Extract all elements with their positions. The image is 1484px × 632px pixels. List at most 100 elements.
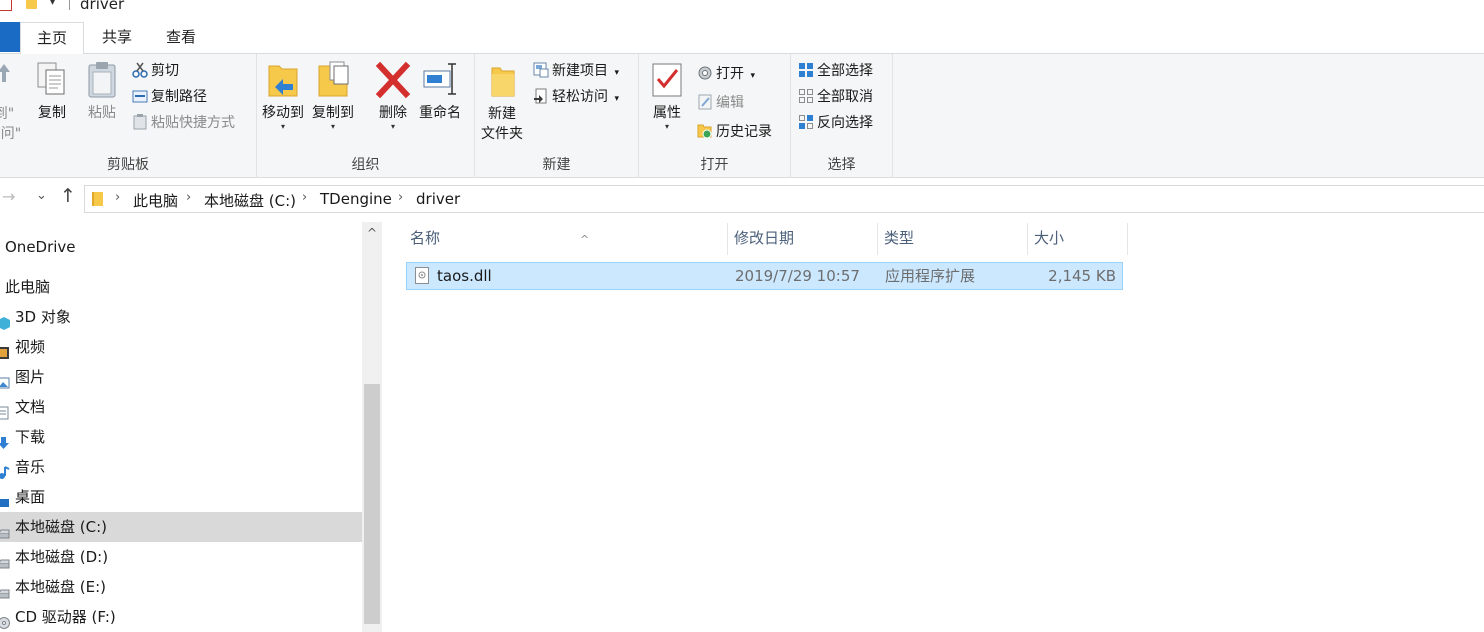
title-bar: ▾ driver bbox=[0, 0, 1484, 14]
select-none-button[interactable]: 全部取消 bbox=[798, 86, 873, 108]
scrollbar-thumb[interactable] bbox=[364, 384, 380, 624]
file-type: 应用程序扩展 bbox=[885, 267, 976, 285]
paste-button[interactable]: 粘贴 bbox=[84, 60, 120, 123]
nav-item-this-pc[interactable]: 此电脑 bbox=[0, 272, 362, 302]
drive-icon bbox=[0, 580, 10, 599]
copy-to-dropdown-icon: ▾ bbox=[330, 122, 335, 131]
documents-icon bbox=[0, 400, 10, 420]
open-button[interactable]: 打开 ▾ bbox=[697, 63, 755, 85]
nav-item-music[interactable]: 音乐 bbox=[0, 452, 362, 482]
select-group: 全部选择 全部取消 反向选择 选择 bbox=[791, 54, 893, 178]
rename-button[interactable]: 重命名 bbox=[419, 60, 461, 123]
copy-button[interactable]: 复制 bbox=[34, 60, 70, 123]
select-all-button[interactable]: 全部选择 bbox=[798, 60, 873, 82]
column-header-type[interactable]: 类型 bbox=[878, 223, 1028, 255]
pictures-icon bbox=[0, 370, 10, 389]
nav-item-onedrive[interactable]: OneDrive bbox=[0, 232, 362, 262]
move-to-dropdown-icon: ▾ bbox=[280, 122, 285, 131]
breadcrumb-tdengine[interactable]: TDengine bbox=[320, 190, 392, 208]
3d-objects-icon bbox=[0, 310, 10, 330]
column-header-type-label: 类型 bbox=[884, 229, 915, 247]
ribbon: 到" 访问" 复制 bbox=[0, 53, 1484, 178]
paste-shortcut-icon bbox=[132, 114, 148, 130]
easy-access-dropdown-icon: ▾ bbox=[614, 94, 619, 104]
nav-item-pictures[interactable]: 图片 bbox=[0, 362, 362, 392]
rename-label: 重命名 bbox=[419, 105, 461, 121]
scissors-icon bbox=[132, 62, 148, 78]
nav-item-3d-objects[interactable]: 3D 对象 bbox=[0, 302, 362, 332]
move-to-button[interactable]: 移动到 ▾ bbox=[262, 60, 304, 131]
history-button[interactable]: 历史记录 bbox=[697, 121, 772, 143]
breadcrumb-chevron-icon[interactable]: › bbox=[186, 190, 191, 205]
scroll-up-arrow-icon[interactable]: ^ bbox=[362, 222, 382, 244]
easy-access-icon bbox=[533, 88, 549, 104]
paste-shortcut-button[interactable]: 粘贴快捷方式 bbox=[132, 112, 235, 134]
column-header-size-label: 大小 bbox=[1034, 229, 1065, 247]
nav-item-desktop[interactable]: 桌面 bbox=[0, 482, 362, 512]
nav-item-downloads[interactable]: 下载 bbox=[0, 422, 362, 452]
copy-path-button[interactable]: 复制路径 bbox=[132, 86, 207, 108]
column-header-name[interactable]: 名称 ^ bbox=[404, 223, 728, 255]
pin-to-quick-access-button[interactable]: 到" 访问" bbox=[0, 60, 22, 144]
address-bar[interactable]: › 此电脑 › 本地磁盘 (C:) › TDengine › driver bbox=[84, 185, 1484, 213]
history-label: 历史记录 bbox=[716, 124, 772, 140]
cut-label: 剪切 bbox=[151, 63, 179, 79]
new-item-label: 新建项目 bbox=[552, 63, 608, 79]
column-header-size[interactable]: 大小 bbox=[1028, 223, 1128, 255]
desktop-icon bbox=[0, 490, 10, 507]
properties-label: 属性 bbox=[653, 105, 681, 121]
quick-access-properties-icon[interactable] bbox=[0, 0, 12, 11]
breadcrumb-chevron-icon[interactable]: › bbox=[115, 190, 120, 205]
nav-item-videos[interactable]: 视频 bbox=[0, 332, 362, 362]
navigation-pane-scrollbar[interactable]: ^ bbox=[362, 222, 382, 632]
invert-selection-icon bbox=[798, 114, 814, 130]
breadcrumb-drive-c[interactable]: 本地磁盘 (C:) bbox=[204, 190, 296, 211]
properties-button[interactable]: 属性 ▾ bbox=[649, 60, 685, 131]
paste-shortcut-label: 粘贴快捷方式 bbox=[151, 115, 235, 131]
breadcrumb-chevron-icon[interactable]: › bbox=[302, 190, 307, 205]
move-to-icon bbox=[265, 60, 301, 100]
edit-button[interactable]: 编辑 bbox=[697, 92, 744, 114]
pin-label-line1: 到" bbox=[0, 106, 15, 122]
tab-share[interactable]: 共享 bbox=[86, 22, 148, 54]
nav-item-documents[interactable]: 文档 bbox=[0, 392, 362, 422]
window-title: driver bbox=[80, 0, 125, 13]
new-folder-icon bbox=[484, 60, 520, 100]
tab-file[interactable] bbox=[0, 22, 20, 52]
new-folder-button[interactable]: 新建 文件夹 bbox=[481, 60, 523, 144]
easy-access-button[interactable]: 轻松访问 ▾ bbox=[533, 86, 619, 108]
copy-to-button[interactable]: 复制到 ▾ bbox=[312, 60, 354, 131]
cut-button[interactable]: 剪切 bbox=[132, 60, 179, 82]
copy-label: 复制 bbox=[38, 105, 66, 121]
properties-dropdown-icon: ▾ bbox=[664, 122, 669, 131]
invert-selection-button[interactable]: 反向选择 bbox=[798, 112, 873, 134]
recent-locations-chevron-icon[interactable]: ⌄ bbox=[36, 188, 47, 203]
edit-icon bbox=[697, 94, 713, 110]
paste-icon bbox=[84, 60, 120, 100]
navigation-row: → ⌄ ↑ › 此电脑 › 本地磁盘 (C:) › TDengine › dri… bbox=[0, 183, 1484, 215]
breadcrumb-this-pc[interactable]: 此电脑 bbox=[133, 190, 178, 211]
quick-access-dropdown-icon[interactable]: ▾ bbox=[50, 0, 55, 8]
organize-group: 移动到 ▾ 复制到 ▾ 删除 ▾ 重命名 组织 bbox=[257, 54, 475, 178]
column-header-modified[interactable]: 修改日期 bbox=[728, 223, 878, 255]
drive-icon bbox=[0, 550, 10, 569]
back-arrow-icon[interactable]: → bbox=[2, 187, 15, 206]
edit-label: 编辑 bbox=[716, 95, 744, 111]
copy-path-label: 复制路径 bbox=[151, 89, 207, 105]
up-arrow-icon[interactable]: ↑ bbox=[60, 185, 76, 207]
delete-label: 删除 bbox=[379, 105, 407, 121]
nav-item-drive-e[interactable]: 本地磁盘 (E:) bbox=[0, 572, 362, 602]
new-item-button[interactable]: 新建项目 ▾ bbox=[533, 60, 619, 82]
file-row-taos-dll[interactable]: taos.dll 2019/7/29 10:57 应用程序扩展 2,145 KB bbox=[406, 262, 1123, 290]
nav-item-drive-d[interactable]: 本地磁盘 (D:) bbox=[0, 542, 362, 572]
nav-item-cd-drive-f[interactable]: CD 驱动器 (F:) bbox=[0, 602, 362, 632]
breadcrumb-chevron-icon[interactable]: › bbox=[398, 190, 403, 205]
breadcrumb-driver[interactable]: driver bbox=[416, 190, 460, 208]
navigation-pane: OneDrive 此电脑 3D 对象 视频 图片 文档 下载 音乐 桌面 本地磁… bbox=[0, 222, 362, 632]
tab-home[interactable]: 主页 bbox=[20, 22, 84, 54]
title-separator bbox=[69, 0, 70, 10]
nav-item-drive-c[interactable]: 本地磁盘 (C:) bbox=[0, 512, 362, 542]
quick-access-new-folder-icon[interactable] bbox=[26, 0, 37, 9]
delete-button[interactable]: 删除 ▾ bbox=[375, 60, 411, 131]
tab-view[interactable]: 查看 bbox=[150, 22, 212, 54]
